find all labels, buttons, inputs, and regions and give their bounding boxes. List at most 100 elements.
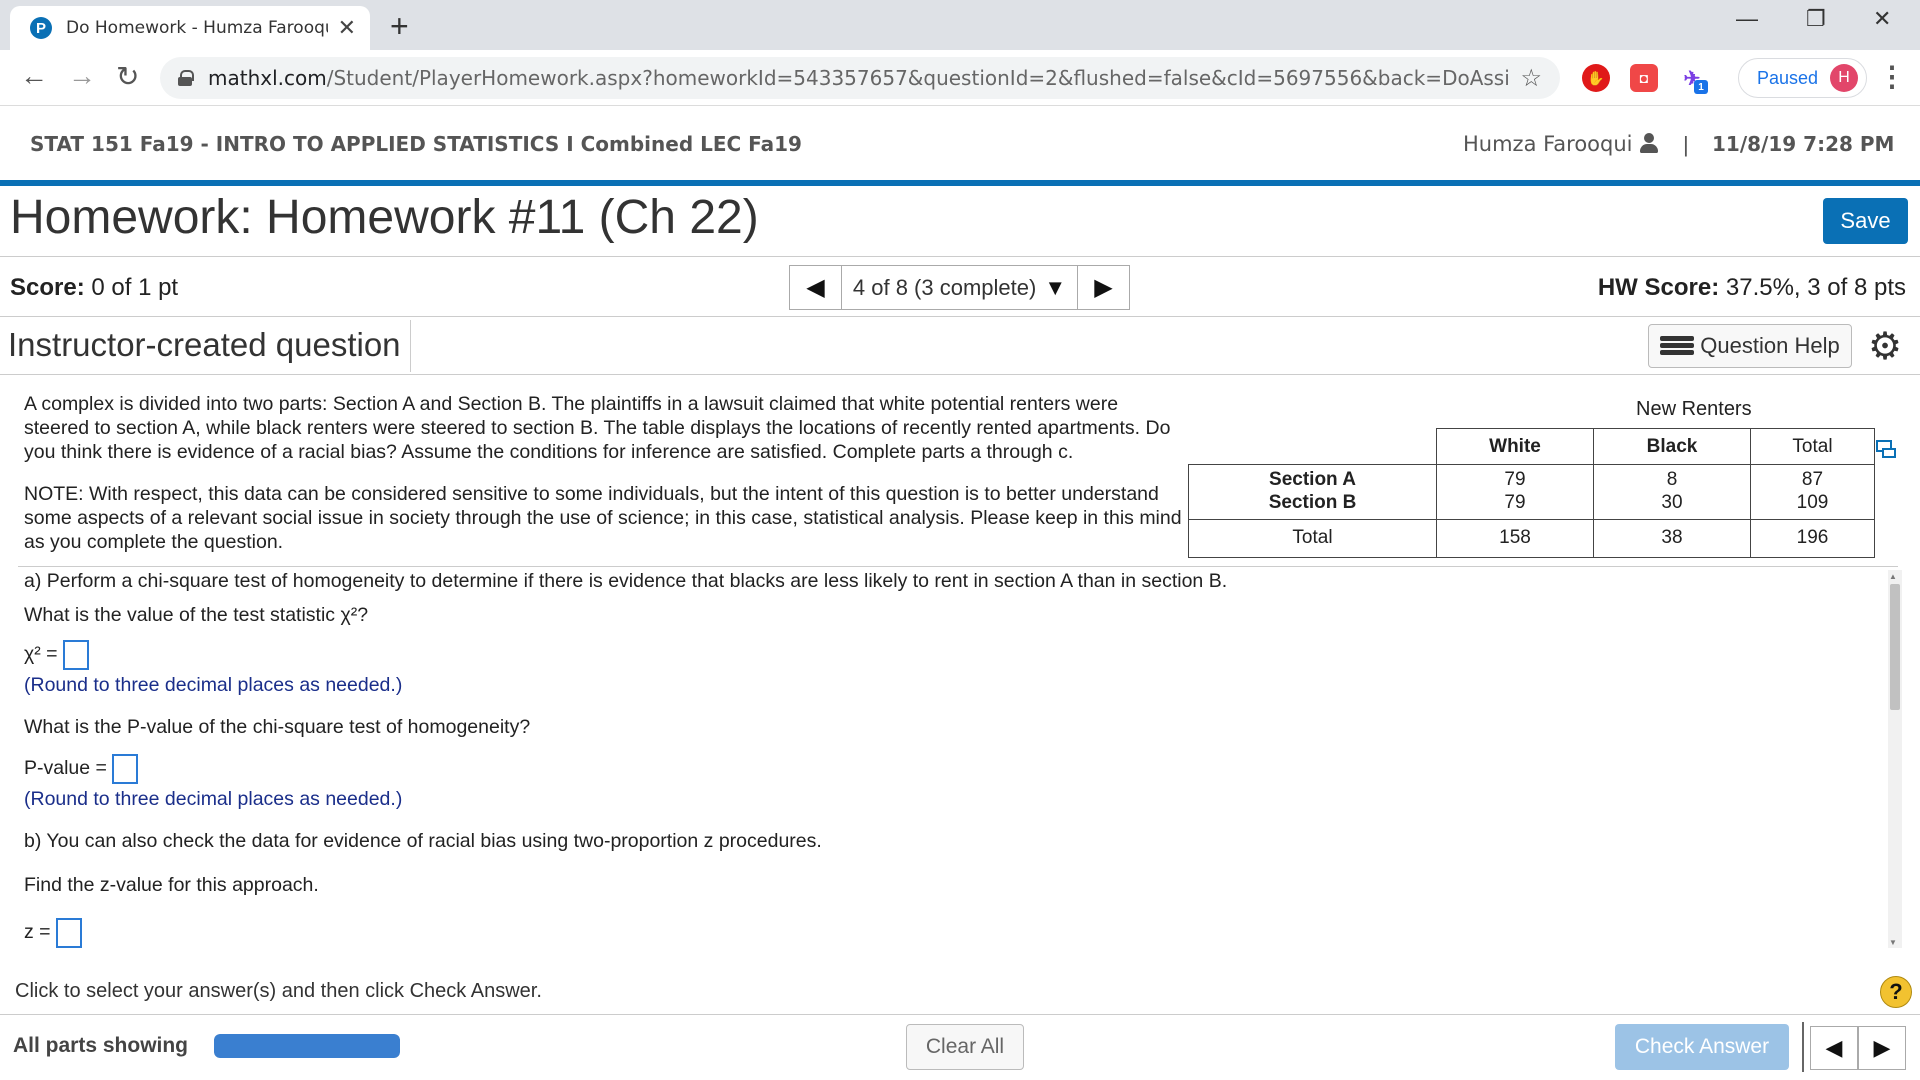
- divider: [0, 1014, 1920, 1015]
- homework-title: Homework: Homework #11 (Ch 22): [10, 191, 759, 244]
- help-icon[interactable]: ?: [1880, 976, 1912, 1008]
- scroll-down-icon[interactable]: ▼: [1889, 938, 1897, 947]
- divider: [410, 320, 411, 372]
- problem-intro: A complex is divided into two parts: Sec…: [24, 392, 1184, 464]
- note-line: NOTE: With respect, this data can be con…: [24, 483, 1159, 505]
- table-corner: [1189, 429, 1437, 465]
- z-value-input[interactable]: [55, 918, 82, 948]
- course-title: STAT 151 Fa19 - INTRO TO APPLIED STATIST…: [30, 132, 802, 156]
- chi-square-input[interactable]: [62, 640, 89, 670]
- divider: [0, 374, 1920, 375]
- row-label: Total: [1188, 518, 1437, 558]
- hw-score-value: 37.5%, 3 of 8 pts: [1719, 274, 1906, 301]
- row-label: Section A: [1188, 464, 1437, 491]
- z-value-label: z =: [24, 921, 51, 944]
- course-header: STAT 151 Fa19 - INTRO TO APPLIED STATIST…: [0, 106, 1920, 182]
- table-cell: 87: [1750, 464, 1875, 491]
- score-label: Score:: [10, 274, 85, 301]
- send-extension-icon[interactable]: ✈ 1: [1678, 64, 1708, 94]
- clear-all-button[interactable]: Clear All: [906, 1024, 1024, 1070]
- close-tab-icon[interactable]: ✕: [338, 15, 356, 41]
- url-omnibox[interactable]: mathxl.com/Student/PlayerHomework.aspx?h…: [160, 57, 1560, 99]
- table-cell: 196: [1750, 518, 1875, 558]
- part-b-instruction: b) You can also check the data for evide…: [24, 830, 822, 852]
- header-divider: [0, 180, 1920, 186]
- divider: [1802, 1022, 1804, 1072]
- expand-table-icon[interactable]: [1876, 440, 1896, 458]
- z-value-question: Find the z-value for this approach.: [24, 874, 319, 896]
- scroll-up-icon[interactable]: ▲: [1889, 572, 1897, 581]
- column-header: Black: [1593, 428, 1751, 465]
- tab-title: Do Homework - Humza Farooqui: [66, 18, 328, 38]
- hw-score-display: HW Score: 37.5%, 3 of 8 pts: [1598, 274, 1906, 302]
- question-type: Instructor-created question: [8, 326, 401, 363]
- lock-icon: [178, 70, 194, 86]
- browser-tab[interactable]: P Do Homework - Humza Farooqui ✕: [10, 6, 370, 50]
- question-help-button[interactable]: Question Help: [1648, 324, 1852, 368]
- header-datetime: 11/8/19 7:28 PM: [1712, 132, 1895, 156]
- close-window-icon[interactable]: ✕: [1873, 6, 1891, 32]
- table-cell: 38: [1593, 518, 1751, 558]
- intro-line: A complex is divided into two parts: Sec…: [24, 393, 1119, 415]
- extension-badge: 1: [1694, 80, 1708, 94]
- gear-icon[interactable]: ⚙: [1868, 324, 1902, 369]
- renters-table: White Black Total Section A 79 8 87 Sect…: [1188, 428, 1875, 558]
- table-cell: 79: [1436, 491, 1594, 519]
- shield-extension-icon[interactable]: ◘: [1630, 64, 1658, 92]
- score-value: 0 of 1 pt: [84, 274, 179, 301]
- row-label: Section B: [1188, 491, 1437, 519]
- question-select-dropdown[interactable]: 4 of 8 (3 complete) ▼: [842, 266, 1077, 309]
- chi-square-answer-row: χ² =: [24, 640, 89, 670]
- intro-line: you think there is evidence of a racial …: [24, 441, 1074, 463]
- p-value-label: P-value =: [24, 757, 107, 780]
- rounding-hint: (Round to three decimal places as needed…: [24, 788, 403, 810]
- note-line: as you complete the question.: [24, 531, 284, 553]
- check-answer-button[interactable]: Check Answer: [1615, 1024, 1789, 1070]
- note-line: some aspects of a relevant social issue …: [24, 507, 1182, 529]
- forward-arrow-icon[interactable]: →: [68, 60, 96, 92]
- save-button[interactable]: Save: [1823, 198, 1908, 244]
- instruction-hint: Click to select your answer(s) and then …: [15, 980, 542, 1002]
- chi-square-label: χ² =: [24, 643, 58, 666]
- pearson-favicon-icon: P: [30, 17, 52, 39]
- rounding-hint: (Round to three decimal places as needed…: [24, 674, 403, 696]
- problem-note: NOTE: With respect, this data can be con…: [24, 482, 1184, 554]
- stop-extension-icon[interactable]: ✋: [1582, 64, 1610, 92]
- address-bar: ← → ↻ mathxl.com/Student/PlayerHomework.…: [0, 50, 1920, 106]
- scrollbar-thumb[interactable]: [1890, 584, 1900, 710]
- next-question-button[interactable]: ▶: [1077, 266, 1129, 309]
- previous-question-button[interactable]: ◀: [790, 266, 842, 309]
- new-tab-icon[interactable]: +: [390, 8, 409, 45]
- chi-square-question: What is the value of the test statistic …: [24, 604, 369, 626]
- table-cell: 109: [1750, 491, 1875, 519]
- hw-score-label: HW Score:: [1597, 274, 1720, 301]
- url-text[interactable]: mathxl.com/Student/PlayerHomework.aspx?h…: [208, 66, 1510, 90]
- profile-paused-button[interactable]: Paused H: [1738, 58, 1868, 98]
- next-part-button[interactable]: ▶: [1858, 1026, 1906, 1070]
- previous-part-button[interactable]: ◀: [1810, 1026, 1858, 1070]
- p-value-input[interactable]: [112, 754, 139, 784]
- browser-tab-bar: P Do Homework - Humza Farooqui ✕ + — ❐ ✕: [0, 0, 1920, 50]
- z-value-answer-row: z =: [24, 918, 82, 948]
- table-cell: 79: [1436, 464, 1594, 491]
- bookmark-star-icon[interactable]: ☆: [1520, 64, 1542, 93]
- minimize-icon[interactable]: —: [1736, 6, 1758, 32]
- restore-icon[interactable]: ❐: [1806, 6, 1826, 32]
- all-parts-label: All parts showing: [13, 1034, 189, 1057]
- reload-icon[interactable]: ↻: [116, 60, 139, 93]
- score-display: Score: 0 of 1 pt: [10, 274, 178, 302]
- question-position: 4 of 8 (3 complete): [852, 274, 1037, 300]
- progress-fill: [214, 1034, 400, 1058]
- parts-progress-bar: [214, 1034, 400, 1058]
- browser-menu-icon[interactable]: ⋮: [1878, 60, 1906, 93]
- user-icon[interactable]: [1640, 133, 1658, 153]
- paused-label: Paused: [1757, 67, 1819, 88]
- list-icon: [1660, 335, 1695, 357]
- table-cell: 8: [1593, 464, 1751, 491]
- p-value-question: What is the P-value of the chi-square te…: [24, 716, 531, 738]
- column-header: White: [1436, 428, 1594, 465]
- caret-down-icon: ▼: [1044, 274, 1067, 300]
- back-arrow-icon[interactable]: ←: [20, 60, 48, 92]
- user-name[interactable]: Humza Farooqui: [1463, 132, 1633, 156]
- divider: [0, 316, 1920, 317]
